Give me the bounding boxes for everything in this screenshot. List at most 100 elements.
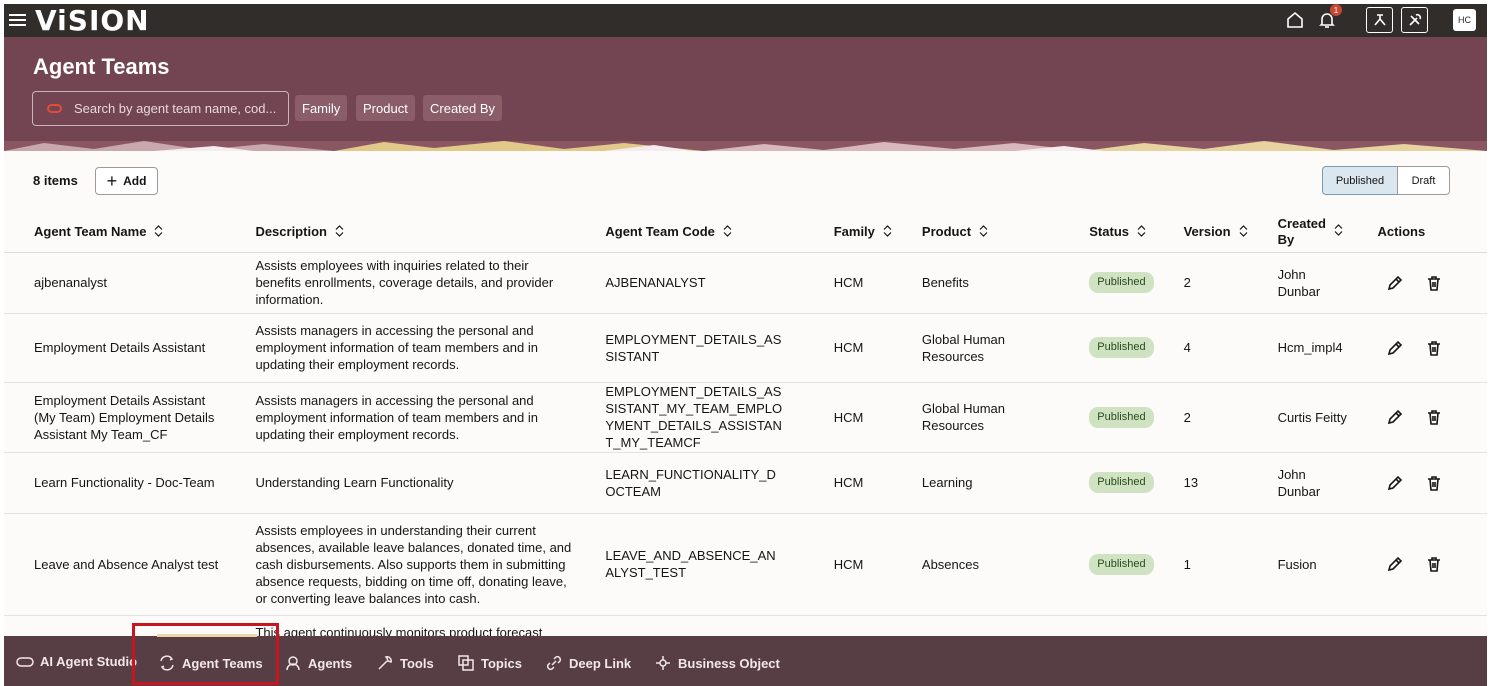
nav-deep-link[interactable]: Deep Link [545, 654, 631, 672]
cell-product: Absences [891, 513, 1060, 616]
add-button[interactable]: + Add [95, 167, 158, 195]
col-header-code[interactable]: Agent Team Code [575, 212, 804, 253]
cell-status: Published [1059, 382, 1154, 453]
cell-name[interactable]: ajbenanalyst [4, 252, 226, 314]
filter-product[interactable]: Product [356, 95, 415, 121]
nav-business-object[interactable]: Business Object [654, 654, 780, 672]
app-logo[interactable]: ViSION [35, 4, 150, 37]
cell-created-by: Hcm_impl4 [1247, 313, 1348, 383]
cell-description: Understanding Learn Functionality [225, 452, 576, 514]
active-tab-indicator [157, 634, 257, 637]
cell-name[interactable]: Leave and Absence Analyst test [4, 513, 226, 616]
cell-family: HCM [803, 452, 892, 514]
delete-trash-icon[interactable] [1425, 339, 1443, 357]
cell-name[interactable]: Employment Details Assistant [4, 313, 226, 383]
nav-topics[interactable]: Topics [457, 654, 522, 672]
cell-family: HCM [803, 513, 892, 616]
status-badge: Published [1089, 406, 1154, 428]
sort-icon[interactable] [1137, 225, 1146, 238]
cell-product: Benefits [891, 252, 1060, 314]
cell-product: Global Human Resources [891, 313, 1060, 383]
item-count: 8 items [33, 173, 78, 188]
nav-label: Deep Link [569, 655, 632, 671]
sort-icon[interactable] [154, 225, 163, 238]
add-label: Add [123, 174, 147, 188]
delete-trash-icon[interactable] [1425, 555, 1443, 573]
agent-tools-icon[interactable] [1366, 7, 1393, 33]
sort-icon[interactable] [1239, 225, 1248, 238]
cell-name[interactable]: Employment Details Assistant (My Team) E… [4, 382, 226, 453]
filter-family[interactable]: Family [295, 95, 348, 121]
table-row[interactable]: ajbenanalyst Assists employees with inqu… [4, 252, 1487, 314]
col-header-actions: Actions [1347, 212, 1487, 253]
plus-icon: + [106, 171, 118, 191]
col-header-product[interactable]: Product [891, 212, 1060, 253]
nav-agents[interactable]: Agents [284, 654, 352, 672]
cell-family: HCM [803, 313, 892, 383]
edit-pencil-icon[interactable] [1386, 474, 1404, 492]
nav-label: Business Object [678, 655, 780, 671]
sort-icon[interactable] [979, 225, 988, 238]
topics-icon [458, 655, 474, 671]
segment-draft[interactable]: Draft [1397, 166, 1450, 195]
edit-pencil-icon[interactable] [1386, 408, 1404, 426]
cell-family: HCM [803, 382, 892, 453]
cell-name[interactable]: Learn Functionality - Doc-Team [4, 452, 226, 514]
col-header-family[interactable]: Family [803, 212, 892, 253]
edit-pencil-icon[interactable] [1386, 274, 1404, 292]
search-placeholder: Search by agent team name, cod... [74, 101, 277, 116]
nav-label: Topics [481, 655, 522, 671]
col-header-status[interactable]: Status [1059, 212, 1154, 253]
sort-icon[interactable] [883, 225, 892, 238]
agent-teams-table: Agent Team Name Description Agent Team C… [4, 212, 1487, 656]
nav-tools[interactable]: Tools [376, 654, 434, 672]
user-avatar[interactable]: HC [1453, 9, 1476, 31]
cell-code: LEARN_FUNCTIONALITY_DOCTEAM [575, 452, 804, 514]
nav-ai-agent-studio[interactable]: AI Agent Studio [16, 654, 137, 669]
delete-trash-icon[interactable] [1425, 474, 1443, 492]
table-row[interactable]: Leave and Absence Analyst test Assists e… [4, 513, 1487, 616]
wrench-icon[interactable] [1401, 7, 1428, 33]
delete-trash-icon[interactable] [1425, 274, 1443, 292]
edit-pencil-icon[interactable] [1386, 555, 1404, 573]
notifications-icon[interactable]: 1 [1316, 4, 1342, 32]
top-bar: ViSION 1 HC [4, 4, 1487, 37]
edit-pencil-icon[interactable] [1386, 339, 1404, 357]
table-row[interactable]: Employment Details Assistant Assists man… [4, 313, 1487, 383]
delete-trash-icon[interactable] [1425, 408, 1443, 426]
home-icon[interactable] [1284, 8, 1306, 32]
business-object-icon [656, 656, 670, 670]
menu-icon[interactable] [9, 11, 26, 29]
nav-agent-teams[interactable]: Agent Teams [158, 654, 263, 672]
cell-status: Published [1059, 252, 1154, 314]
sort-icon[interactable] [1334, 224, 1343, 237]
table-header-row: Agent Team Name Description Agent Team C… [4, 212, 1487, 253]
status-badge: Published [1089, 337, 1154, 358]
cell-version: 2 [1153, 382, 1248, 453]
col-header-created-by[interactable]: Created By [1247, 212, 1348, 253]
cell-actions [1347, 252, 1487, 314]
table-row[interactable]: Learn Functionality - Doc-Team Understan… [4, 452, 1487, 514]
col-header-version[interactable]: Version [1153, 212, 1248, 253]
table-row[interactable]: Employment Details Assistant (My Team) E… [4, 382, 1487, 453]
status-badge: Published [1089, 472, 1154, 493]
cell-version: 4 [1153, 313, 1248, 383]
segment-published[interactable]: Published [1322, 166, 1398, 195]
col-header-description[interactable]: Description [225, 212, 576, 253]
filter-created-by[interactable]: Created By [423, 95, 503, 121]
cell-description: Assists managers in accessing the person… [225, 382, 576, 453]
nav-label: AI Agent Studio [40, 654, 138, 669]
app-frame: ViSION 1 HC Agent Teams Search by agent … [4, 4, 1487, 686]
nav-label: Agent Teams [182, 655, 263, 671]
cell-actions [1347, 513, 1487, 616]
search-input[interactable]: Search by agent team name, cod... [32, 91, 289, 126]
cell-version: 2 [1153, 252, 1248, 314]
sort-icon[interactable] [723, 225, 732, 238]
cell-code: EMPLOYMENT_DETAILS_ASSISTANT_MY_TEAM_EMP… [575, 382, 804, 453]
sort-icon[interactable] [335, 225, 344, 238]
cell-status: Published [1059, 513, 1154, 616]
nav-label: Tools [400, 655, 434, 671]
cell-status: Published [1059, 313, 1154, 383]
cell-created-by: John Dunbar [1247, 452, 1348, 514]
col-header-name[interactable]: Agent Team Name [4, 212, 226, 253]
